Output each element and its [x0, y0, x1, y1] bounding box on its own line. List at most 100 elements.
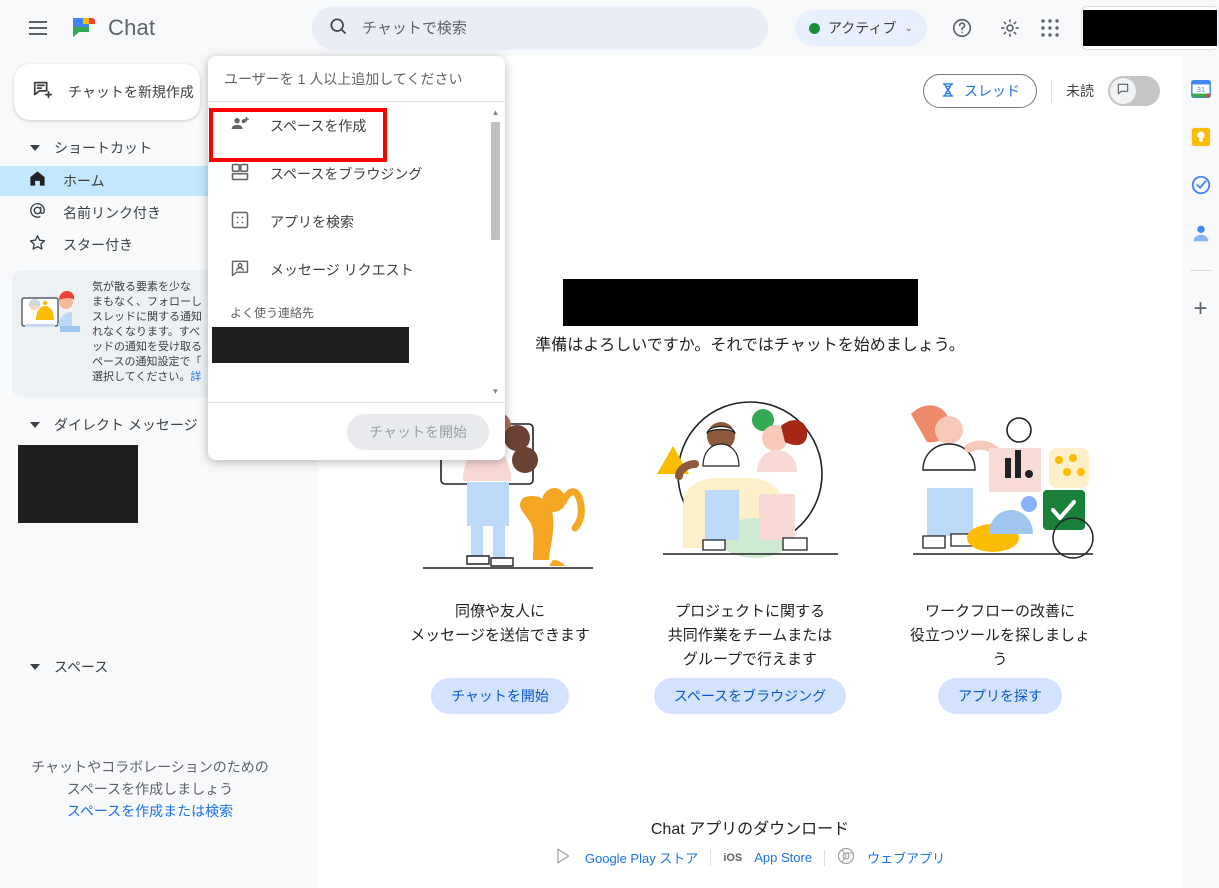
- mention-at-icon: [28, 201, 47, 225]
- google-chat-logo-icon: [70, 14, 98, 42]
- person-with-tools-illustration: [893, 386, 1108, 586]
- scrollbar-thumb[interactable]: [491, 122, 500, 240]
- chevron-down-icon: [30, 422, 40, 428]
- app-title: Chat: [108, 15, 156, 40]
- top-bar: Chat アクティブ ⌄: [0, 0, 1219, 56]
- notice-line: ペースの通知設定で「: [92, 356, 202, 368]
- create-or-find-space-link[interactable]: スペースを作成または検索: [67, 803, 233, 819]
- scroll-down-arrow-icon[interactable]: ▼: [490, 387, 501, 396]
- redacted-dm-list: [18, 445, 138, 523]
- google-contacts-icon[interactable]: [1190, 222, 1212, 244]
- find-apps-button[interactable]: アプリを探す: [938, 678, 1062, 714]
- unread-label: 未読: [1066, 83, 1094, 99]
- dropdown-item-message-requests[interactable]: メッセージ リクエスト: [208, 246, 505, 294]
- rail-divider: [1189, 270, 1212, 271]
- app-store-link[interactable]: App Store: [754, 850, 812, 865]
- chevron-down-icon: [30, 664, 40, 670]
- status-label: アクティブ: [828, 20, 897, 36]
- chevron-down-icon: ⌄: [904, 22, 913, 34]
- chrome-icon: [837, 847, 855, 868]
- scrollbar-track[interactable]: [491, 122, 500, 382]
- onboarding-card-apps: ワークフローの改善に 役立つツールを探しましょ う アプリを探す: [885, 386, 1115, 714]
- main-toolbar: スレッド 未読: [923, 74, 1160, 108]
- notice-line: まもなく、フォローし: [92, 296, 202, 308]
- web-app-link[interactable]: ウェブアプリ: [867, 848, 945, 867]
- notice-line: ッドの通知を受け取る: [92, 341, 202, 353]
- help-icon[interactable]: [944, 10, 980, 46]
- dropdown-item-browse-spaces-label: スペースをブラウジング: [270, 166, 423, 182]
- star-icon: [28, 233, 47, 257]
- sidebar-item-starred-label: スター付き: [63, 237, 133, 253]
- dropdown-item-find-apps-label: アプリを検索: [270, 214, 354, 230]
- settings-gear-icon[interactable]: [992, 10, 1028, 46]
- sidebar-item-home-label: ホーム: [63, 173, 105, 189]
- notification-notice-text: 気が散る要素を少な まもなく、フォローし スレッドに関する通知 れなくなります。…: [92, 280, 202, 385]
- message-requests-icon: [230, 258, 250, 283]
- dropdown-item-browse-spaces[interactable]: スペースをブラウジング: [208, 150, 505, 198]
- footer-divider: [710, 849, 712, 866]
- onboarding-card-spaces-text: プロジェクトに関する 共同作業をチームまたは グループで行えます: [667, 603, 833, 668]
- onboarding-card-apps-text: ワークフローの改善に 役立つツールを探しましょ う: [909, 603, 1090, 668]
- google-play-icon: [555, 847, 573, 868]
- notice-learn-more-link[interactable]: 詳: [190, 371, 201, 383]
- notice-line: れなくなります。すべ: [92, 326, 201, 338]
- account-avatar[interactable]: [1081, 6, 1219, 50]
- dropdown-item-create-space[interactable]: スペースを作成: [208, 102, 505, 150]
- notice-line: 気が散る要素を少な: [92, 281, 191, 293]
- onboarding-card-spaces: プロジェクトに関する 共同作業をチームまたは グループで行えます スペースをブラ…: [635, 386, 865, 714]
- threads-label: スレッド: [964, 83, 1020, 99]
- threads-icon: [940, 82, 956, 101]
- right-side-rail: 31 +: [1182, 56, 1219, 888]
- new-chat-icon: [32, 79, 54, 106]
- unread-toggle[interactable]: [1108, 76, 1160, 106]
- find-apps-icon: [230, 210, 250, 235]
- sidebar-item-mentions-label: 名前リンク付き: [63, 205, 161, 221]
- dropdown-input-row[interactable]: [208, 56, 505, 102]
- spaces-section-header[interactable]: スペース: [0, 651, 318, 683]
- toolbar-divider: [1051, 80, 1052, 102]
- start-chat-submit-button[interactable]: チャットを開始: [347, 413, 489, 450]
- download-footer-links: Google Play ストア iOS App Store ウェブアプリ: [318, 847, 1182, 868]
- google-tasks-icon[interactable]: [1190, 174, 1212, 196]
- spaces-empty-state: チャットやコラボレーションのための スペースを作成しましょう スペースを作成また…: [0, 756, 300, 822]
- google-apps-grid-icon[interactable]: [1032, 10, 1068, 46]
- create-space-icon: [230, 114, 250, 139]
- dropdown-scrollbar[interactable]: ▲ ▼: [490, 108, 501, 396]
- status-chip[interactable]: アクティブ ⌄: [795, 10, 927, 46]
- spaces-empty-line2: スペースを作成しましょう: [66, 781, 234, 797]
- dropdown-item-find-apps[interactable]: アプリを検索: [208, 198, 505, 246]
- redacted-contact-row[interactable]: [212, 327, 409, 363]
- search-bar[interactable]: [312, 6, 768, 50]
- spaces-empty-line1: チャットやコラボレーションのための: [31, 759, 269, 775]
- browse-spaces-button[interactable]: スペースをブラウジング: [653, 678, 847, 714]
- spaces-label: スペース: [54, 659, 109, 675]
- start-chat-button[interactable]: チャットを開始: [431, 678, 569, 714]
- google-calendar-icon[interactable]: 31: [1190, 78, 1212, 100]
- search-input[interactable]: [362, 19, 752, 37]
- shortcuts-label: ショートカット: [54, 140, 152, 156]
- dropdown-list: スペースを作成 スペースをブラウジング アプリを検索 メッセージ リクエスト よ…: [208, 102, 505, 402]
- threads-filter-button[interactable]: スレッド: [923, 74, 1037, 108]
- new-chat-button[interactable]: チャットを新規作成: [14, 64, 200, 120]
- svg-text:31: 31: [1196, 85, 1204, 94]
- ios-badge: iOS: [723, 851, 743, 864]
- download-footer-title: Chat アプリのダウンロード: [650, 821, 850, 838]
- onboarding-card-chat-text: 同僚や友人に メッセージを送信できます: [410, 603, 590, 644]
- hamburger-menu-icon[interactable]: [18, 8, 58, 48]
- brand: Chat: [70, 14, 155, 42]
- dropdown-item-message-requests-label: メッセージ リクエスト: [270, 262, 414, 278]
- dropdown-footer: チャットを開始: [208, 402, 505, 460]
- google-play-store-link[interactable]: Google Play ストア: [585, 848, 698, 867]
- toggle-knob: [1110, 78, 1136, 104]
- app-root: Chat アクティブ ⌄: [0, 0, 1219, 888]
- browse-spaces-icon: [230, 162, 250, 187]
- add-user-input[interactable]: [224, 70, 489, 87]
- notice-line: スレッドに関する通知: [92, 311, 202, 323]
- add-app-icon[interactable]: +: [1193, 297, 1207, 321]
- chevron-down-icon: [30, 145, 40, 151]
- two-people-collaborating-illustration: [643, 386, 858, 586]
- scroll-up-arrow-icon[interactable]: ▲: [490, 108, 501, 117]
- notification-bell-illustration: [20, 280, 84, 385]
- google-keep-icon[interactable]: [1190, 126, 1212, 148]
- home-icon: [28, 169, 47, 193]
